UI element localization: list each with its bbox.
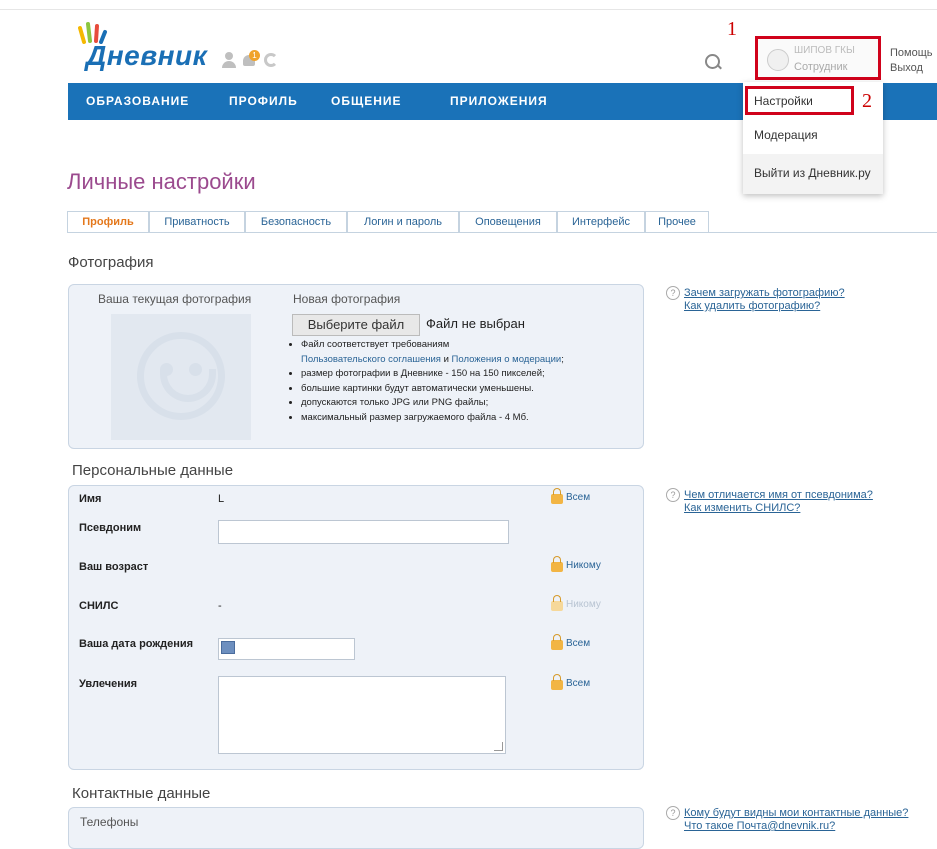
tabs-divider [67, 232, 937, 233]
how-delete-photo-link[interactable]: Как удалить фотографию? [684, 300, 820, 312]
name-vs-nickname-link[interactable]: Чем отличается имя от псевдонима? [684, 489, 873, 501]
nickname-input[interactable] [218, 520, 509, 544]
name-value: L [218, 493, 225, 505]
lock-icon [551, 674, 563, 690]
birthdate-input[interactable] [218, 638, 355, 660]
current-photo [111, 314, 251, 440]
name-label: Имя [79, 493, 102, 505]
tab-interface[interactable]: Интерфейс [557, 211, 645, 232]
profile-icon[interactable] [222, 52, 236, 68]
annotation-number-2: 2 [862, 90, 872, 112]
name-privacy[interactable]: Всем [551, 488, 591, 504]
header-icons: 1 [222, 50, 278, 68]
privacy-label: Всем [566, 677, 591, 689]
nickname-label: Псевдоним [79, 522, 142, 534]
privacy-label: Никому [566, 559, 601, 571]
birthdate-label: Ваша дата рождения [79, 638, 194, 650]
photo-rules-list: Файл соответствует требованиям Пользоват… [287, 338, 641, 425]
search-icon[interactable] [705, 54, 720, 69]
rule-text: Файл соответствует требованиям [301, 339, 450, 350]
logo-text: Дневник [86, 40, 208, 71]
birthdate-privacy[interactable]: Всем [551, 634, 591, 650]
privacy-label: Никому [566, 598, 601, 610]
nav-item-communication[interactable]: ОБЩЕНИЕ [331, 94, 402, 108]
photo-rule: большие картинки будут автоматически уме… [301, 382, 641, 397]
top-divider [0, 9, 937, 10]
photo-rule: максимальный размер загружаемого файла -… [301, 411, 641, 426]
photo-rule: Файл соответствует требованиям Пользоват… [301, 338, 641, 367]
choose-file-button[interactable]: Выберите файл [292, 314, 420, 336]
why-upload-photo-link[interactable]: Зачем загружать фотографию? [684, 287, 845, 299]
settings-highlight-box [745, 86, 854, 115]
tab-privacy[interactable]: Приватность [149, 211, 245, 232]
photo-help-links: ? Зачем загружать фотографию? Как удалить… [666, 286, 845, 312]
avatar [767, 49, 789, 71]
page-title: Личные настройки [67, 169, 256, 194]
help-link[interactable]: Помощь [890, 47, 933, 59]
tab-profile[interactable]: Профиль [67, 211, 149, 232]
personal-help-links: ? Чем отличается имя от псевдонима? Как и… [666, 488, 873, 514]
change-snils-link[interactable]: Как изменить СНИЛС? [684, 502, 800, 514]
refresh-icon[interactable] [264, 53, 278, 67]
hobbies-privacy[interactable]: Всем [551, 674, 591, 690]
file-status: Файл не выбран [426, 316, 525, 331]
hobbies-textarea[interactable] [218, 676, 506, 754]
tab-login-password[interactable]: Логин и пароль [347, 211, 459, 232]
contacts-visibility-link[interactable]: Кому будут видны мои контактные данные? [684, 807, 908, 819]
dnevnik-mail-link[interactable]: Что такое Почта@dnevnik.ru? [684, 820, 835, 832]
moderation-rules-link[interactable]: Положения о модерации [452, 354, 562, 365]
user-agreement-link[interactable]: Пользовательского соглашения [301, 354, 441, 365]
question-icon: ? [666, 488, 680, 502]
snils-privacy: Никому [551, 595, 601, 611]
new-photo-label: Новая фотография [293, 292, 401, 306]
contacts-help-links: ? Кому будут видны мои контактные данные?… [666, 806, 908, 832]
contacts-panel [68, 807, 644, 849]
tab-notifications[interactable]: Оповещения [459, 211, 557, 232]
lock-icon [551, 595, 563, 611]
notification-badge: 1 [249, 50, 260, 61]
nav-item-apps[interactable]: ПРИЛОЖЕНИЯ [450, 94, 548, 108]
photo-rule: размер фотографии в Дневнике - 150 на 15… [301, 367, 641, 382]
tab-other[interactable]: Прочее [645, 211, 709, 232]
current-photo-label: Ваша текущая фотография [98, 292, 252, 306]
age-label: Ваш возраст [79, 561, 149, 573]
snils-value: - [218, 600, 222, 612]
annotation-number-1: 1 [727, 18, 737, 40]
smiley-placeholder-icon [137, 332, 225, 420]
snils-label: СНИЛС [79, 600, 119, 612]
calendar-icon[interactable] [221, 641, 235, 654]
rule-text: и [440, 353, 452, 365]
question-icon: ? [666, 806, 680, 820]
nav-item-profile[interactable]: ПРОФИЛЬ [229, 94, 298, 108]
menu-item-moderation[interactable]: Модерация [754, 128, 818, 142]
notifications-icon[interactable]: 1 [242, 50, 260, 68]
lock-icon [551, 556, 563, 572]
photo-section-title: Фотография [68, 254, 154, 271]
tab-security[interactable]: Безопасность [245, 211, 347, 232]
user-name: ШИПОВ ГКЫ [794, 45, 855, 56]
resize-handle-icon[interactable] [494, 742, 503, 751]
nav-item-education[interactable]: ОБРАЗОВАНИЕ [86, 94, 189, 108]
user-role: Сотрудник [794, 61, 848, 73]
rule-text: ; [561, 353, 564, 365]
question-icon: ? [666, 286, 680, 300]
photo-rule: допускаются только JPG или PNG файлы; [301, 396, 641, 411]
personal-section-title: Персональные данные [72, 462, 234, 479]
logout-link[interactable]: Выход [890, 62, 923, 74]
privacy-label: Всем [566, 491, 591, 503]
age-privacy[interactable]: Никому [551, 556, 601, 572]
lock-icon [551, 488, 563, 504]
menu-item-logout[interactable]: Выйти из Дневник.ру [754, 166, 871, 180]
hobbies-label: Увлечения [79, 678, 138, 690]
user-menu-button[interactable]: ШИПОВ ГКЫ Сотрудник [755, 36, 881, 80]
privacy-label: Всем [566, 637, 591, 649]
phones-label: Телефоны [80, 815, 139, 829]
contacts-section-title: Контактные данные [72, 785, 211, 802]
lock-icon [551, 634, 563, 650]
